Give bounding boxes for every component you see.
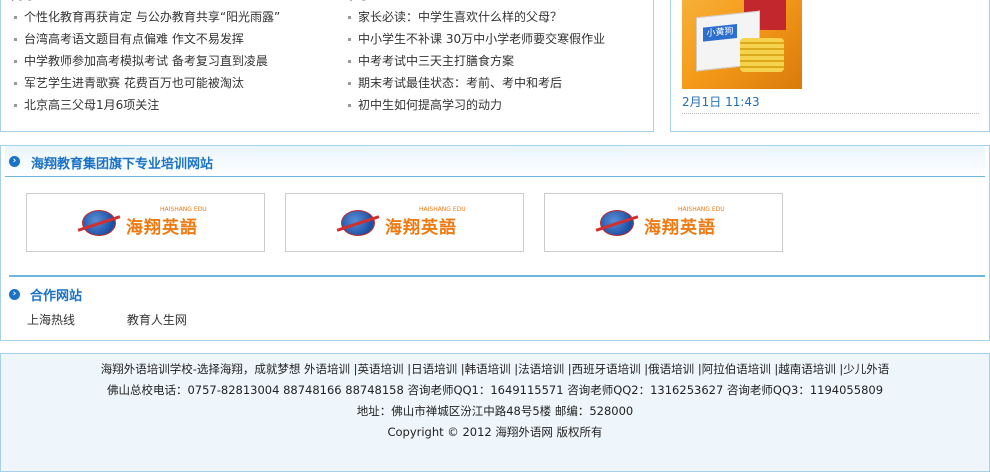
footer-contact-line: 佛山总校电话：0757-82813004 88748166 88748158 咨… — [106, 383, 884, 397]
footer-copyright: Copyright © 2012 海翔外语网 版权所有 — [387, 425, 603, 439]
list-item: 军艺学生进青歌赛 花费百万也可能被淘汰 — [11, 72, 311, 94]
news-link[interactable]: 中考考试中三天主打膳食方案 — [358, 54, 514, 68]
news-thumbnail[interactable]: 小黄狗 — [682, 0, 802, 89]
globe-icon — [600, 210, 634, 236]
list-item: 中小学生不补课 30万中小学老师要交寒假作业 — [345, 28, 645, 50]
footer: 海翔外语培训学校-选择海翔，成就梦想 外语培训 |英语培训 |日语培训 |韩语培… — [0, 353, 990, 472]
bullet-icon — [14, 38, 17, 41]
footer-address-line: 地址：佛山市禅城区汾江中路48号5楼 邮编：528000 — [356, 404, 634, 418]
news-link[interactable]: 中学教师参加高考模拟考试 备考复习直到凌晨 — [24, 54, 268, 68]
bullet-icon — [348, 82, 351, 85]
news-link[interactable]: 中小学生不补课 30万中小学老师要交寒假作业 — [358, 32, 605, 46]
partner-link[interactable]: 教育人生网 — [127, 313, 187, 327]
list-item: 台湾高考语文题目有点偏难 作文不易发挥 — [11, 28, 311, 50]
section-title: 海翔教育集团旗下专业培训网站 — [31, 157, 214, 172]
news-link[interactable]: 初中生如何提高学习的动力 — [358, 98, 502, 112]
training-sites-panel: › 海翔教育集团旗下专业培训网站 HAISHANG EDU 海翔英語 HAISH… — [0, 145, 990, 341]
list-item: 个性化教育再获肯定 与公办教育共享“阳光雨露” — [11, 6, 311, 28]
globe-icon — [82, 210, 116, 236]
partner-links: 上海热线 教育人生网 — [27, 311, 235, 328]
list-item: 期末考试最佳状态：考前、考中和考后 — [345, 72, 645, 94]
training-site-logo-link[interactable]: HAISHANG EDU 海翔英語 — [26, 193, 265, 252]
partner-link[interactable]: 上海热线 — [27, 313, 75, 327]
side-news-panel: 小黄狗 2月1日 11:43 — [670, 0, 990, 132]
section-title: 合作网站 — [30, 289, 83, 304]
logo-subtext: HAISHANG EDU — [419, 206, 466, 213]
list-item: 初中生如何提高学习的动力 — [345, 94, 645, 116]
news-date-link[interactable]: 2月1日 11:43 — [682, 93, 760, 110]
news-column-zhongkao: 中考 家长必读：中学生喜欢什么样的父母？ 中小学生不补课 30万中小学老师要交寒… — [345, 0, 645, 116]
news-panel: 高考 个性化教育再获肯定 与公办教育共享“阳光雨露” 台湾高考语文题目有点偏难 … — [0, 0, 654, 132]
news-link[interactable]: 北京高三父母1月6项关注 — [24, 98, 159, 112]
footer-links-line: 海翔外语培训学校-选择海翔，成就梦想 外语培训 |英语培训 |日语培训 |韩语培… — [100, 362, 890, 376]
divider — [682, 113, 979, 114]
news-link[interactable]: 个性化教育再获肯定 与公办教育共享“阳光雨露” — [24, 10, 280, 24]
bullet-icon — [348, 60, 351, 63]
bullet-icon — [348, 38, 351, 41]
arrow-circle-icon: › — [9, 289, 20, 300]
logo-text: 海翔英語 — [644, 218, 716, 238]
news-link[interactable]: 台湾高考语文题目有点偏难 作文不易发挥 — [24, 32, 244, 46]
arrow-circle-icon: › — [9, 156, 20, 167]
bullet-icon — [348, 16, 351, 19]
column-title: 高考 — [11, 0, 311, 2]
section-header: › 海翔教育集团旗下专业培训网站 — [5, 146, 985, 177]
haixiang-logo: HAISHANG EDU 海翔英語 — [341, 206, 471, 240]
bullet-icon — [14, 60, 17, 63]
column-title: 中考 — [345, 0, 645, 2]
logo-text: 海翔英語 — [385, 218, 457, 238]
logo-subtext: HAISHANG EDU — [678, 206, 725, 213]
training-site-logo-link[interactable]: HAISHANG EDU 海翔英語 — [285, 193, 524, 252]
list-item: 中学教师参加高考模拟考试 备考复习直到凌晨 — [11, 50, 311, 72]
news-link[interactable]: 家长必读：中学生喜欢什么样的父母？ — [358, 10, 562, 24]
bullet-icon — [14, 82, 17, 85]
bullet-icon — [348, 104, 351, 107]
bullet-icon — [14, 104, 17, 107]
logo-text: 海翔英語 — [126, 218, 198, 238]
list-item: 家长必读：中学生喜欢什么样的父母？ — [345, 6, 645, 28]
list-item: 中考考试中三天主打膳食方案 — [345, 50, 645, 72]
logo-subtext: HAISHANG EDU — [160, 206, 207, 213]
coins-graphic — [740, 38, 784, 72]
card-label: 小黄狗 — [703, 24, 737, 42]
haixiang-logo: HAISHANG EDU 海翔英語 — [82, 206, 212, 240]
partner-section-header: › 合作网站 — [9, 275, 985, 304]
news-list: 家长必读：中学生喜欢什么样的父母？ 中小学生不补课 30万中小学老师要交寒假作业… — [345, 6, 645, 116]
bullet-icon — [14, 16, 17, 19]
list-item: 北京高三父母1月6项关注 — [11, 94, 311, 116]
news-link[interactable]: 期末考试最佳状态：考前、考中和考后 — [358, 76, 562, 90]
news-list: 个性化教育再获肯定 与公办教育共享“阳光雨露” 台湾高考语文题目有点偏难 作文不… — [11, 6, 311, 116]
news-column-gaokao: 高考 个性化教育再获肯定 与公办教育共享“阳光雨露” 台湾高考语文题目有点偏难 … — [11, 0, 311, 116]
training-site-logo-link[interactable]: HAISHANG EDU 海翔英語 — [544, 193, 783, 252]
globe-icon — [341, 210, 375, 236]
news-link[interactable]: 军艺学生进青歌赛 花费百万也可能被淘汰 — [24, 76, 244, 90]
haixiang-logo: HAISHANG EDU 海翔英語 — [600, 206, 730, 240]
